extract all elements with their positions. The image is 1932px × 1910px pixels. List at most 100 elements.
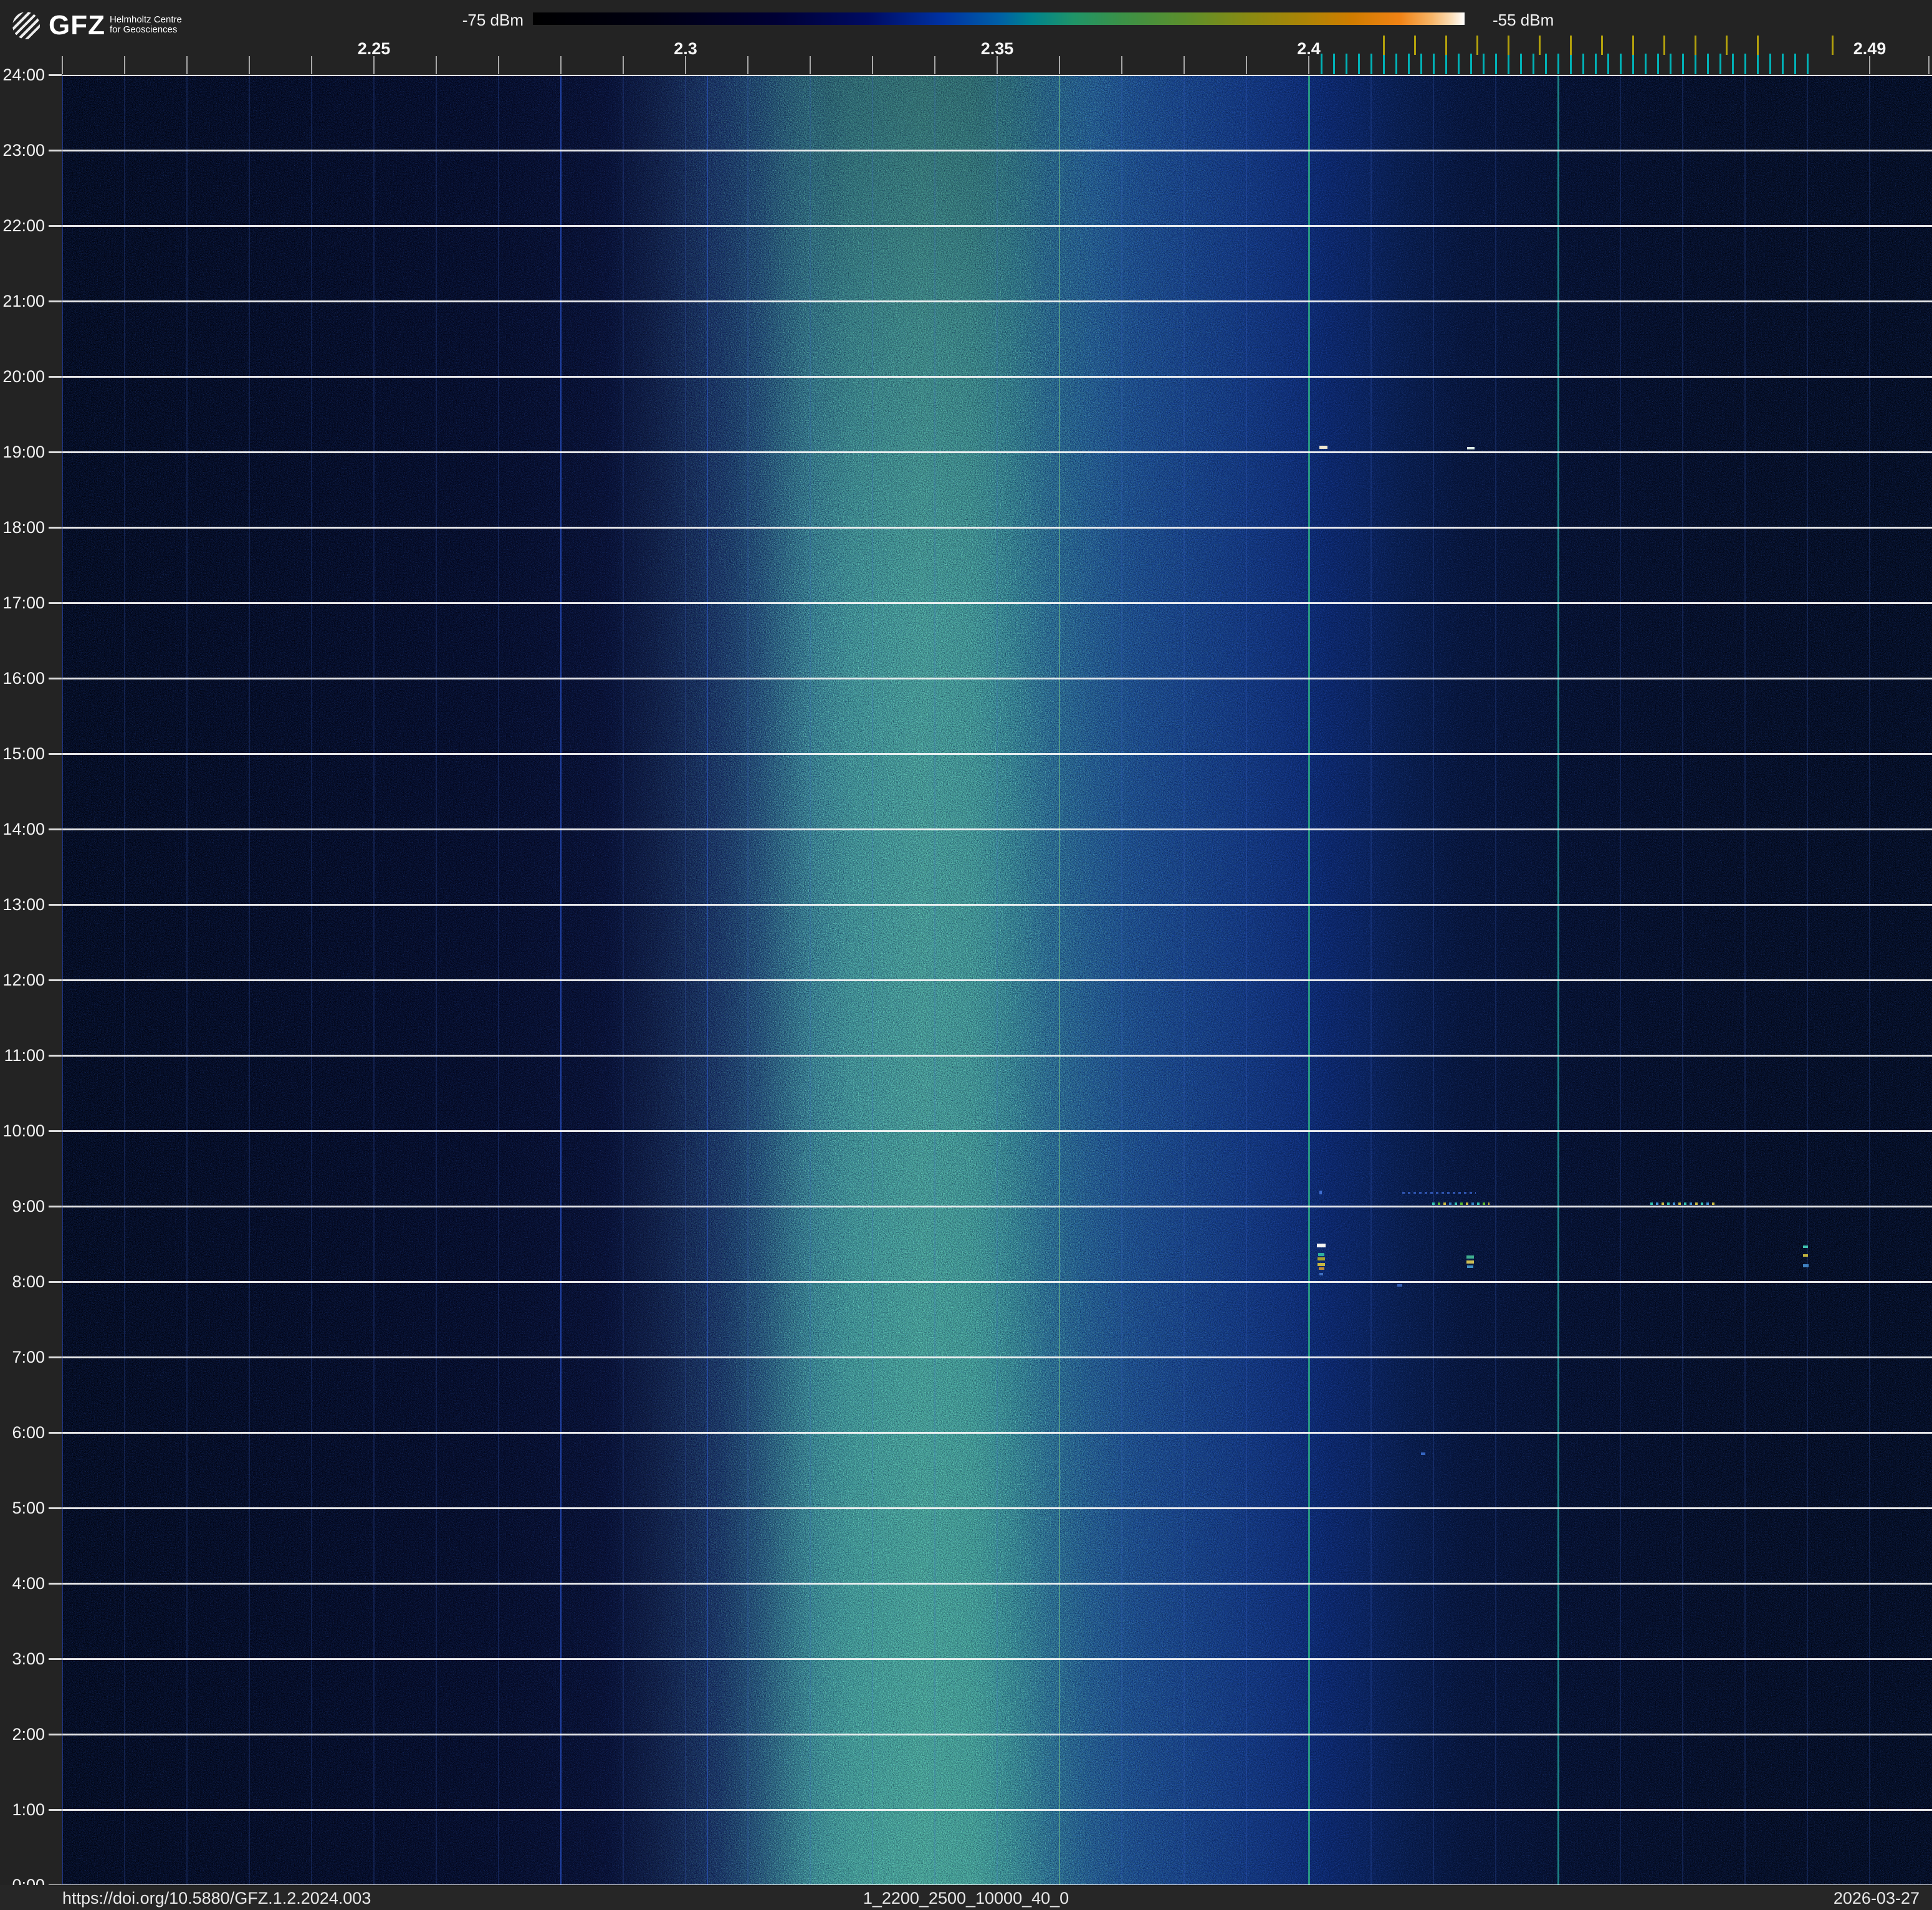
ble-channel-tick [1321,54,1322,74]
time-label: 1:00 [0,1800,45,1819]
time-label: 13:00 [0,895,45,914]
packet-train [1402,1192,1476,1194]
ble-channel-tick [1483,54,1485,74]
dataset-id: 1_2200_2500_10000_40_0 [863,1889,1069,1908]
hour-gridline [62,1507,1932,1509]
wifi-channel-tick [1726,36,1728,55]
freq-minor-tick [1059,56,1060,74]
time-tick [49,828,62,830]
wifi-channel-tick [1508,36,1509,55]
ble-channel-tick [1570,54,1572,74]
wifi-channel-tick [1570,36,1572,55]
time-label: 14:00 [0,820,45,838]
time-tick [49,1658,62,1660]
wifi-channel-tick [1663,36,1665,55]
ble-channel-tick [1757,54,1759,74]
rf-event [1466,1255,1474,1259]
rf-event [1803,1264,1809,1267]
ble-channel-tick [1645,54,1647,74]
time-label: 20:00 [0,367,45,386]
freq-minor-tick [623,56,624,74]
time-tick [49,904,62,906]
hour-gridline [62,828,1932,830]
header: GFZ Helmholtz Centre for Geosciences -75… [0,0,1932,75]
doi-link[interactable]: https://doi.org/10.5880/GFZ.1.2.2024.003 [62,1889,371,1908]
ble-channel-tick [1458,54,1460,74]
wifi-channel-tick [1757,36,1759,55]
time-tick [49,1432,62,1434]
hour-gridline [62,1432,1932,1434]
freq-minor-tick [436,56,437,74]
time-tick [49,1356,62,1358]
wifi-channel-tick [1832,36,1834,55]
time-tick [49,1206,62,1207]
time-tick [49,300,62,302]
time-label: 3:00 [0,1649,45,1668]
freq-minor-tick [747,56,748,74]
freq-minor-tick [1184,56,1185,74]
hour-gridline [62,1130,1932,1132]
freq-minor-tick [997,56,998,74]
time-label: 22:00 [0,216,45,235]
wifi-channel-tick [1632,36,1634,55]
freq-minor-tick [249,56,250,74]
hour-gridline [62,75,1932,76]
time-label: 6:00 [0,1423,45,1442]
gfz-logo-brand: GFZ [49,10,105,41]
rf-event [1319,1267,1324,1270]
time-label: 24:00 [0,65,45,84]
time-tick [49,150,62,151]
ble-channel-tick [1670,54,1671,74]
hour-gridline [62,1583,1932,1585]
ble-channel-tick [1557,54,1559,74]
freq-minor-tick [186,56,188,74]
ble-channel-tick [1508,54,1509,74]
wifi-channel-tick [1539,36,1541,55]
time-label: 16:00 [0,669,45,688]
freq-minor-tick [685,56,686,74]
ble-channel-tick [1807,54,1809,74]
time-label: 21:00 [0,292,45,310]
ble-channel-tick [1744,54,1746,74]
freq-minor-tick [1928,56,1930,74]
freq-minor-tick [872,56,873,74]
freq-minor-tick [934,56,935,74]
time-label: 17:00 [0,593,45,612]
time-label: 2:00 [0,1725,45,1744]
ble-channel-tick [1545,54,1547,74]
time-label: 5:00 [0,1499,45,1517]
freq-minor-tick [1308,56,1309,74]
time-tick [49,451,62,453]
time-label: 9:00 [0,1197,45,1216]
time-tick [49,1583,62,1585]
ble-channel-tick [1358,54,1360,74]
ble-channel-tick [1582,54,1584,74]
wifi-channel-tick [1601,36,1603,55]
rf-event [1317,1263,1325,1266]
time-label: 19:00 [0,443,45,461]
time-tick [49,602,62,604]
ble-channel-tick [1719,54,1721,74]
colorbar-min-label: -75 dBm [462,11,524,30]
hour-gridline [62,451,1932,453]
ble-channel-tick [1620,54,1622,74]
rf-event [1467,447,1475,449]
ble-channel-tick [1769,54,1771,74]
ble-channel-tick [1333,54,1335,74]
time-label: 8:00 [0,1272,45,1291]
ble-channel-tick [1794,54,1796,74]
hour-gridline [62,602,1932,604]
gfz-logo-subtitle-line1: Helmholtz Centre [110,15,182,25]
rf-event [1803,1245,1808,1248]
wifi-channel-tick [1445,36,1447,55]
time-label: 15:00 [0,744,45,763]
colorbar [533,12,1465,25]
hour-gridline [62,979,1932,981]
date-label: 2026-03-27 [1834,1889,1920,1908]
rf-event [1421,1452,1425,1455]
packet-train [1432,1202,1490,1205]
ble-channel-tick [1420,54,1422,74]
ble-channel-tick [1632,54,1634,74]
ble-channel-tick [1533,54,1534,74]
time-tick [49,1734,62,1735]
